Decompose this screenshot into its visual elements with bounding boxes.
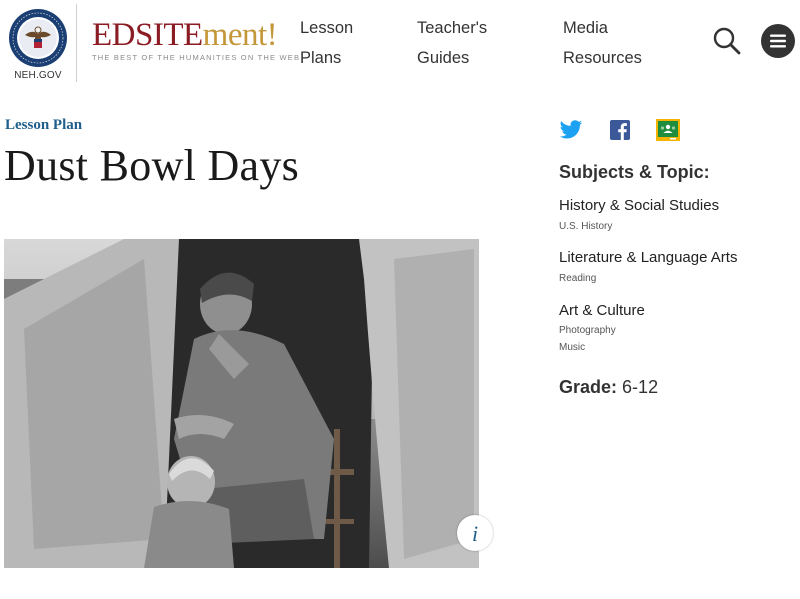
topic-reading[interactable]: Reading: [559, 273, 596, 284]
site-header: NEH.GOV EDSITEment! THE BEST OF THE HUMA…: [0, 0, 800, 90]
nav-teachers-guides-line2: Guides: [417, 49, 470, 67]
subject-art-culture[interactable]: Art & Culture: [559, 302, 645, 319]
nav-media-resources[interactable]: Media Resources: [563, 13, 663, 73]
nav-lesson-plans-line1: Lesson: [300, 19, 354, 37]
nav-teachers-guides[interactable]: Teacher's Guides: [417, 13, 517, 73]
grade-label: Grade:: [559, 377, 618, 397]
nav-lesson-plans-line2: Plans: [300, 49, 342, 67]
hero-photo-illustration: [4, 239, 479, 568]
header-divider: [76, 4, 77, 82]
logo-edsite-text: EDSITE: [92, 17, 203, 53]
hamburger-menu-icon[interactable]: [761, 24, 795, 58]
info-icon: i: [471, 521, 479, 546]
grade-level: Grade: 6-12: [559, 377, 658, 398]
google-classroom-icon[interactable]: [656, 119, 680, 141]
twitter-icon[interactable]: [559, 119, 583, 141]
facebook-icon[interactable]: [610, 120, 630, 140]
nav-media-resources-line2: Resources: [563, 49, 642, 67]
nav-media-resources-line1: Media: [563, 19, 608, 37]
search-icon[interactable]: [712, 26, 742, 56]
nav-teachers-guides-line1: Teacher's: [417, 19, 488, 37]
lesson-hero-photo: [4, 239, 479, 568]
nav-lesson-plans[interactable]: Lesson Plans: [300, 13, 380, 73]
subject-literature-language-arts[interactable]: Literature & Language Arts: [559, 249, 737, 266]
photo-info-button[interactable]: i: [457, 515, 493, 551]
logo-tagline: THE BEST OF THE HUMANITIES ON THE WEB: [92, 53, 301, 62]
neh-gov-caption[interactable]: NEH.GOV: [12, 70, 64, 81]
subject-history-social-studies[interactable]: History & Social Studies: [559, 197, 719, 214]
content-type-label: Lesson Plan: [5, 117, 83, 133]
page-title: Dust Bowl Days: [4, 141, 300, 190]
topic-us-history[interactable]: U.S. History: [559, 221, 612, 232]
topic-photography[interactable]: Photography: [559, 325, 616, 336]
topic-music[interactable]: Music: [559, 342, 585, 353]
subjects-heading: Subjects & Topic:: [559, 162, 710, 182]
logo-ment-text: ment!: [202, 17, 278, 53]
edsitement-logo[interactable]: EDSITEment! THE BEST OF THE HUMANITIES O…: [92, 18, 300, 62]
grade-value: 6-12: [622, 377, 659, 397]
neh-seal-logo[interactable]: [8, 8, 68, 68]
